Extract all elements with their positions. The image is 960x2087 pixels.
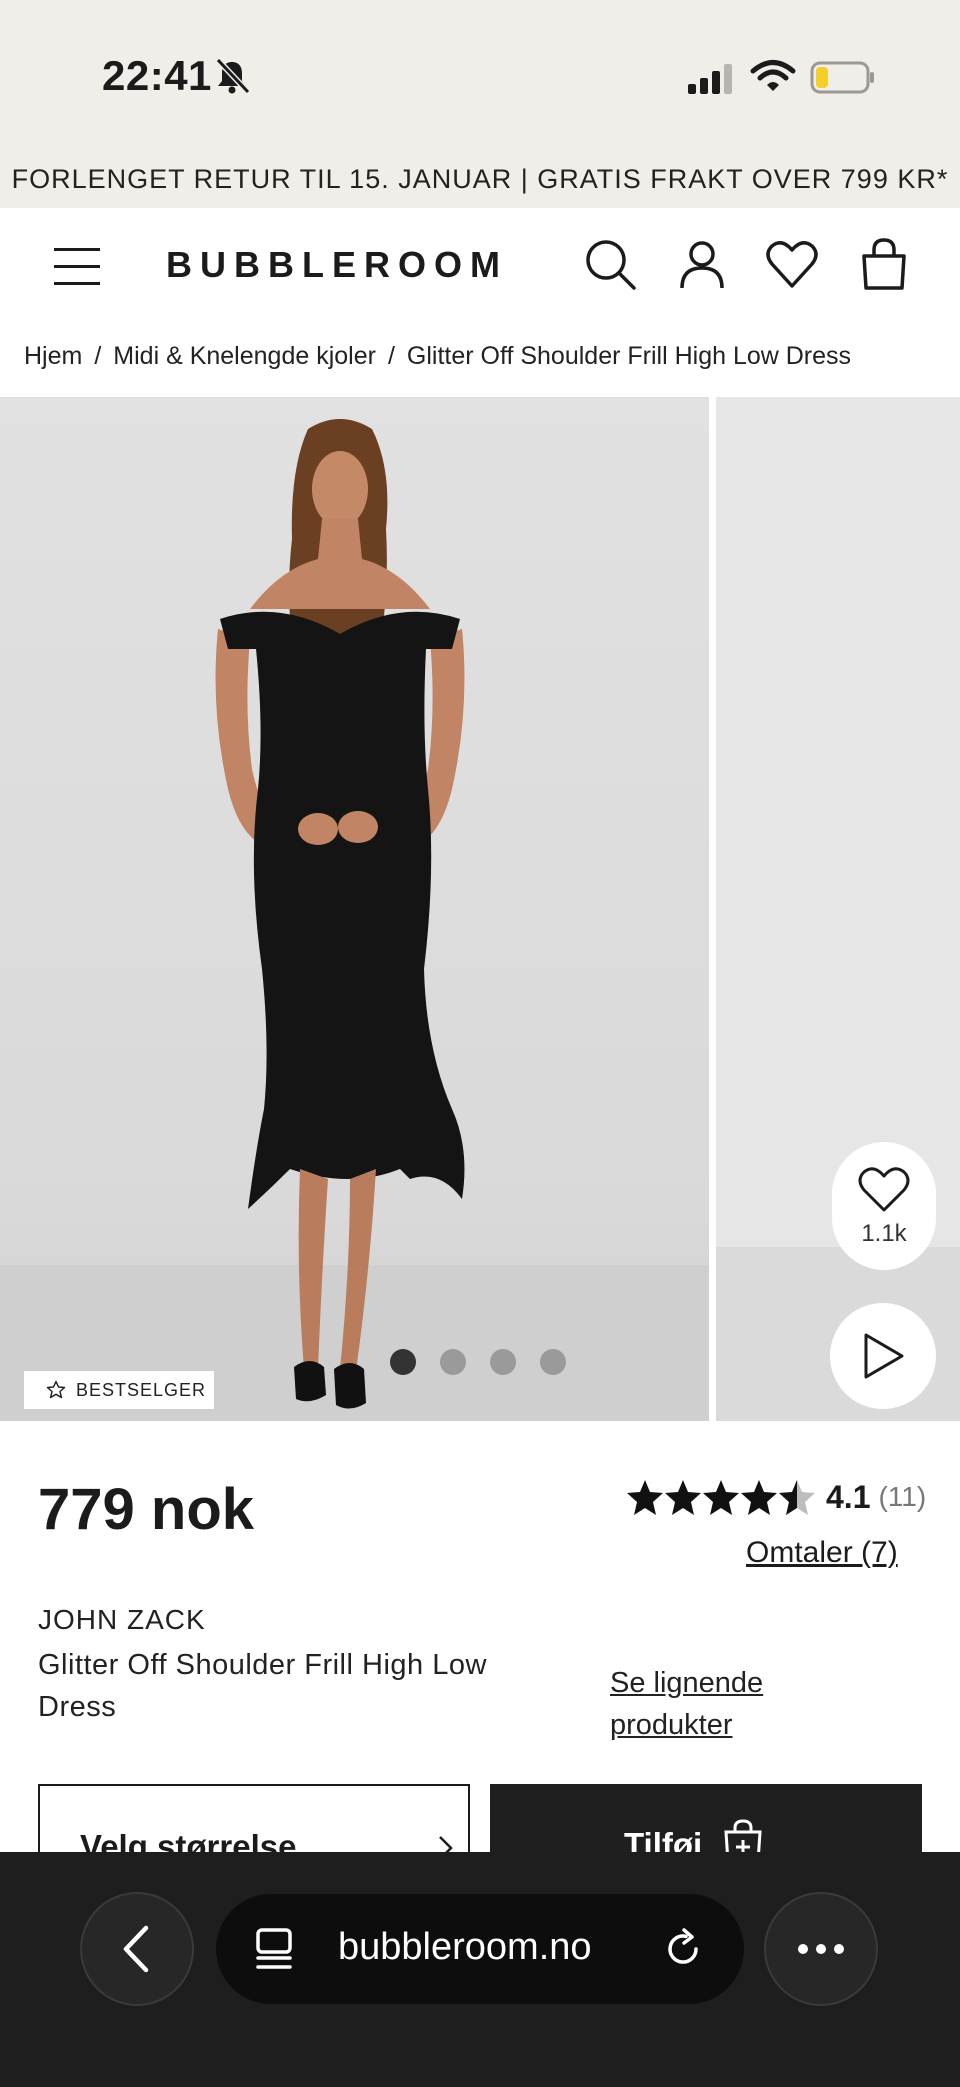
breadcrumb-separator: / <box>94 341 102 370</box>
status-time: 22:41 <box>102 52 212 99</box>
status-bar: 22:41 <box>0 0 960 150</box>
bell-slash-icon <box>215 57 251 95</box>
wifi-icon <box>750 60 796 91</box>
product-photo-main[interactable]: BESTSELGER <box>0 397 709 1421</box>
url-text: bubbleroom.no <box>338 1926 592 1968</box>
search-icon[interactable] <box>582 236 638 292</box>
rating-count: (11) <box>878 1481 927 1512</box>
bestseller-badge: BESTSELGER <box>24 1371 214 1409</box>
product-gallery[interactable]: BESTSELGER 1.1k <box>0 397 960 1421</box>
address-bar[interactable]: bubbleroom.no <box>216 1894 744 2004</box>
cellular-signal-icon <box>688 64 732 94</box>
bestseller-label: BESTSELGER <box>76 1379 207 1400</box>
star-filled-icon <box>741 1480 777 1515</box>
rating-summary[interactable]: 4.1 (11) <box>626 1478 926 1516</box>
breadcrumb-category-link[interactable]: Midi & Knelengde kjoler <box>113 342 376 371</box>
star-outline-icon <box>46 1380 66 1399</box>
menu-line <box>54 265 100 268</box>
pagination-dot-active[interactable] <box>390 1349 416 1375</box>
menu-line <box>54 248 100 251</box>
menu-line <box>54 282 100 285</box>
chevron-left-icon <box>123 1925 149 1973</box>
product-price: 779 nok <box>38 1477 254 1542</box>
favorite-count: 1.1k <box>861 1220 907 1247</box>
breadcrumb-separator: / <box>387 341 395 370</box>
browser-back-button[interactable] <box>80 1892 194 2006</box>
similar-products-link[interactable]: Se lignende produkter <box>610 1662 810 1746</box>
breadcrumb: Hjem / Midi & Knelengde kjoler / Glitter… <box>24 336 851 376</box>
rating-stars <box>626 1478 816 1516</box>
pagination-dot[interactable] <box>540 1349 566 1375</box>
play-icon <box>864 1333 904 1379</box>
browser-toolbar: bubbleroom.no <box>0 1852 960 2087</box>
reload-icon[interactable] <box>662 1928 704 1970</box>
play-video-button[interactable] <box>830 1303 936 1409</box>
product-name: Glitter Off Shoulder Frill High Low Dres… <box>38 1649 487 1723</box>
star-filled-icon <box>627 1480 663 1515</box>
product-photo-next[interactable] <box>716 397 960 1421</box>
favorite-button[interactable]: 1.1k <box>832 1142 936 1270</box>
rating-value: 4.1 <box>826 1478 871 1515</box>
heart-icon <box>858 1167 910 1212</box>
promo-banner[interactable]: FORLENGET RETUR TIL 15. JANUAR | GRATIS … <box>0 150 960 208</box>
account-icon[interactable] <box>674 236 730 292</box>
browser-more-button[interactable] <box>764 1892 878 2006</box>
star-filled-icon <box>665 1480 701 1515</box>
hamburger-menu-button[interactable] <box>48 244 104 290</box>
bubbleroom-logo[interactable]: BUBBLEROOM <box>166 244 508 286</box>
more-dots-icon <box>798 1944 844 1954</box>
shopping-bag-icon[interactable] <box>856 236 912 292</box>
battery-icon <box>810 61 874 94</box>
star-filled-icon <box>703 1480 739 1515</box>
product-brand[interactable]: JOHN ZACK <box>38 1604 206 1636</box>
wishlist-heart-icon[interactable] <box>764 236 820 292</box>
site-header: BUBBLEROOM <box>0 208 960 324</box>
pagination-dot[interactable] <box>440 1349 466 1375</box>
star-half-icon <box>779 1480 815 1515</box>
gallery-pagination <box>390 1349 590 1375</box>
model-in-black-dress-image <box>215 419 465 1409</box>
reviews-link[interactable]: Omtaler (7) <box>746 1536 898 1570</box>
reader-mode-icon <box>256 1928 292 1969</box>
breadcrumb-home-link[interactable]: Hjem <box>24 342 82 371</box>
breadcrumb-current: Glitter Off Shoulder Frill High Low Dres… <box>406 341 852 370</box>
pagination-dot[interactable] <box>490 1349 516 1375</box>
